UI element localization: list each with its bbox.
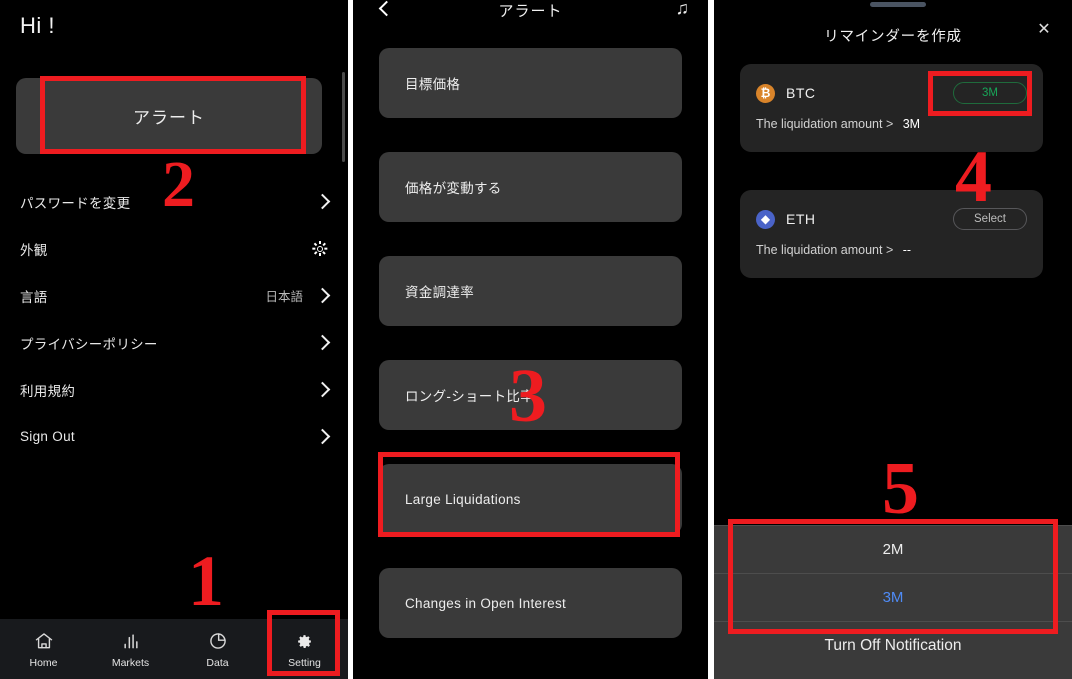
sidebar-item-appearance[interactable]: 外観 [0,225,348,272]
coin-condition-value: -- [902,243,912,257]
alert-list-header: アラート ♫ [353,0,708,26]
tab-home[interactable]: Home [0,619,87,669]
tab-markets[interactable]: Markets [87,619,174,669]
chevron-right-icon [314,428,331,445]
settings-row-accessory: 日本語 [265,286,331,305]
tab-label: Home [29,657,58,669]
greeting-text: Hi ! [20,13,55,38]
pie-chart-icon [208,631,228,651]
settings-row-accessory [312,241,328,257]
bar-chart-icon [121,631,141,651]
annotation-box-btc-3m [928,71,1032,116]
coin-symbol: BTC [786,85,816,101]
annotation-number-1: 1 [188,541,224,621]
chevron-right-icon [314,287,331,304]
drag-handle-icon[interactable] [870,2,926,7]
sidebar-item-privacy-policy[interactable]: プライバシーポリシー [0,319,348,366]
sheet-title: リマインダーを作成 [824,29,962,45]
coin-row-eth: ◆ ETH Select The liquidation amount > -- [740,190,1043,278]
settings-row-label: 言語 [20,289,48,305]
settings-row-accessory [314,428,331,445]
coin-condition-label: The liquidation amount > [756,243,894,257]
alert-type-target-price[interactable]: 目標価格 [379,48,682,118]
sidebar-item-language[interactable]: 言語 日本語 [0,272,348,319]
settings-row-value: 日本語 [265,290,303,304]
btc-logo-icon: ₿ [756,83,775,103]
settings-row-label: 外観 [20,242,48,258]
settings-row-label: 利用規約 [20,383,76,399]
annotation-box-setting-tab [267,610,340,676]
close-icon[interactable]: ✕ [1036,22,1052,38]
coin-condition-value: 3M [902,117,921,131]
coin-row-header: ◆ ETH Select [740,207,1043,231]
settings-row-label: Sign Out [20,429,75,444]
annotation-number-3: 3 [509,354,547,438]
scroll-indicator[interactable] [342,72,345,162]
alert-list-screen: アラート ♫ 目標価格 価格が変動する 資金調達率 ロング-ショート比率 Lar… [353,0,708,679]
annotation-box-large-liquidations [378,452,680,537]
tab-data[interactable]: Data [174,619,261,669]
sidebar-item-sign-out[interactable]: Sign Out [0,413,348,460]
coin-symbol: ETH [786,211,816,227]
sidebar-item-terms-of-use[interactable]: 利用規約 [0,366,348,413]
tab-label: Data [206,657,229,669]
coin-condition-text: The liquidation amount > 3M [756,117,920,131]
chevron-right-icon [314,193,331,210]
alert-type-price-change[interactable]: 価格が変動する [379,152,682,222]
sun-icon[interactable] [312,241,328,257]
annotation-number-4: 4 [955,136,992,218]
annotation-box-alert-button [40,76,306,154]
alert-type-label: Changes in Open Interest [405,595,567,611]
settings-row-label: プライバシーポリシー [20,336,158,352]
coin-condition-label: The liquidation amount > [756,117,894,131]
chevron-right-icon [314,334,331,351]
alert-type-label: 資金調達率 [405,285,474,300]
settings-row-label: パスワードを変更 [20,195,131,211]
alert-type-label: 目標価格 [405,77,461,92]
page-title: アラート [498,3,563,20]
chevron-right-icon [314,381,331,398]
eth-logo-icon: ◆ [756,209,775,229]
picker-bottom-spacer [714,669,1072,679]
home-icon [34,631,54,651]
music-note-icon[interactable]: ♫ [676,0,690,17]
annotation-box-picker-options [728,519,1058,634]
alert-type-open-interest-changes[interactable]: Changes in Open Interest [379,568,682,638]
settings-row-accessory [314,193,331,210]
annotation-number-5: 5 [882,448,919,530]
settings-row-accessory [314,381,331,398]
tab-label: Markets [111,657,150,669]
annotation-number-2: 2 [162,148,195,221]
screenshot-stage: Hi ! アラート パスワードを変更 外観 言語 日本語 プライバシーポリシー … [0,0,1072,679]
settings-row-accessory [314,334,331,351]
alert-type-label: 価格が変動する [405,181,502,196]
alert-type-funding-rate[interactable]: 資金調達率 [379,256,682,326]
coin-condition-text: The liquidation amount > -- [756,243,911,257]
